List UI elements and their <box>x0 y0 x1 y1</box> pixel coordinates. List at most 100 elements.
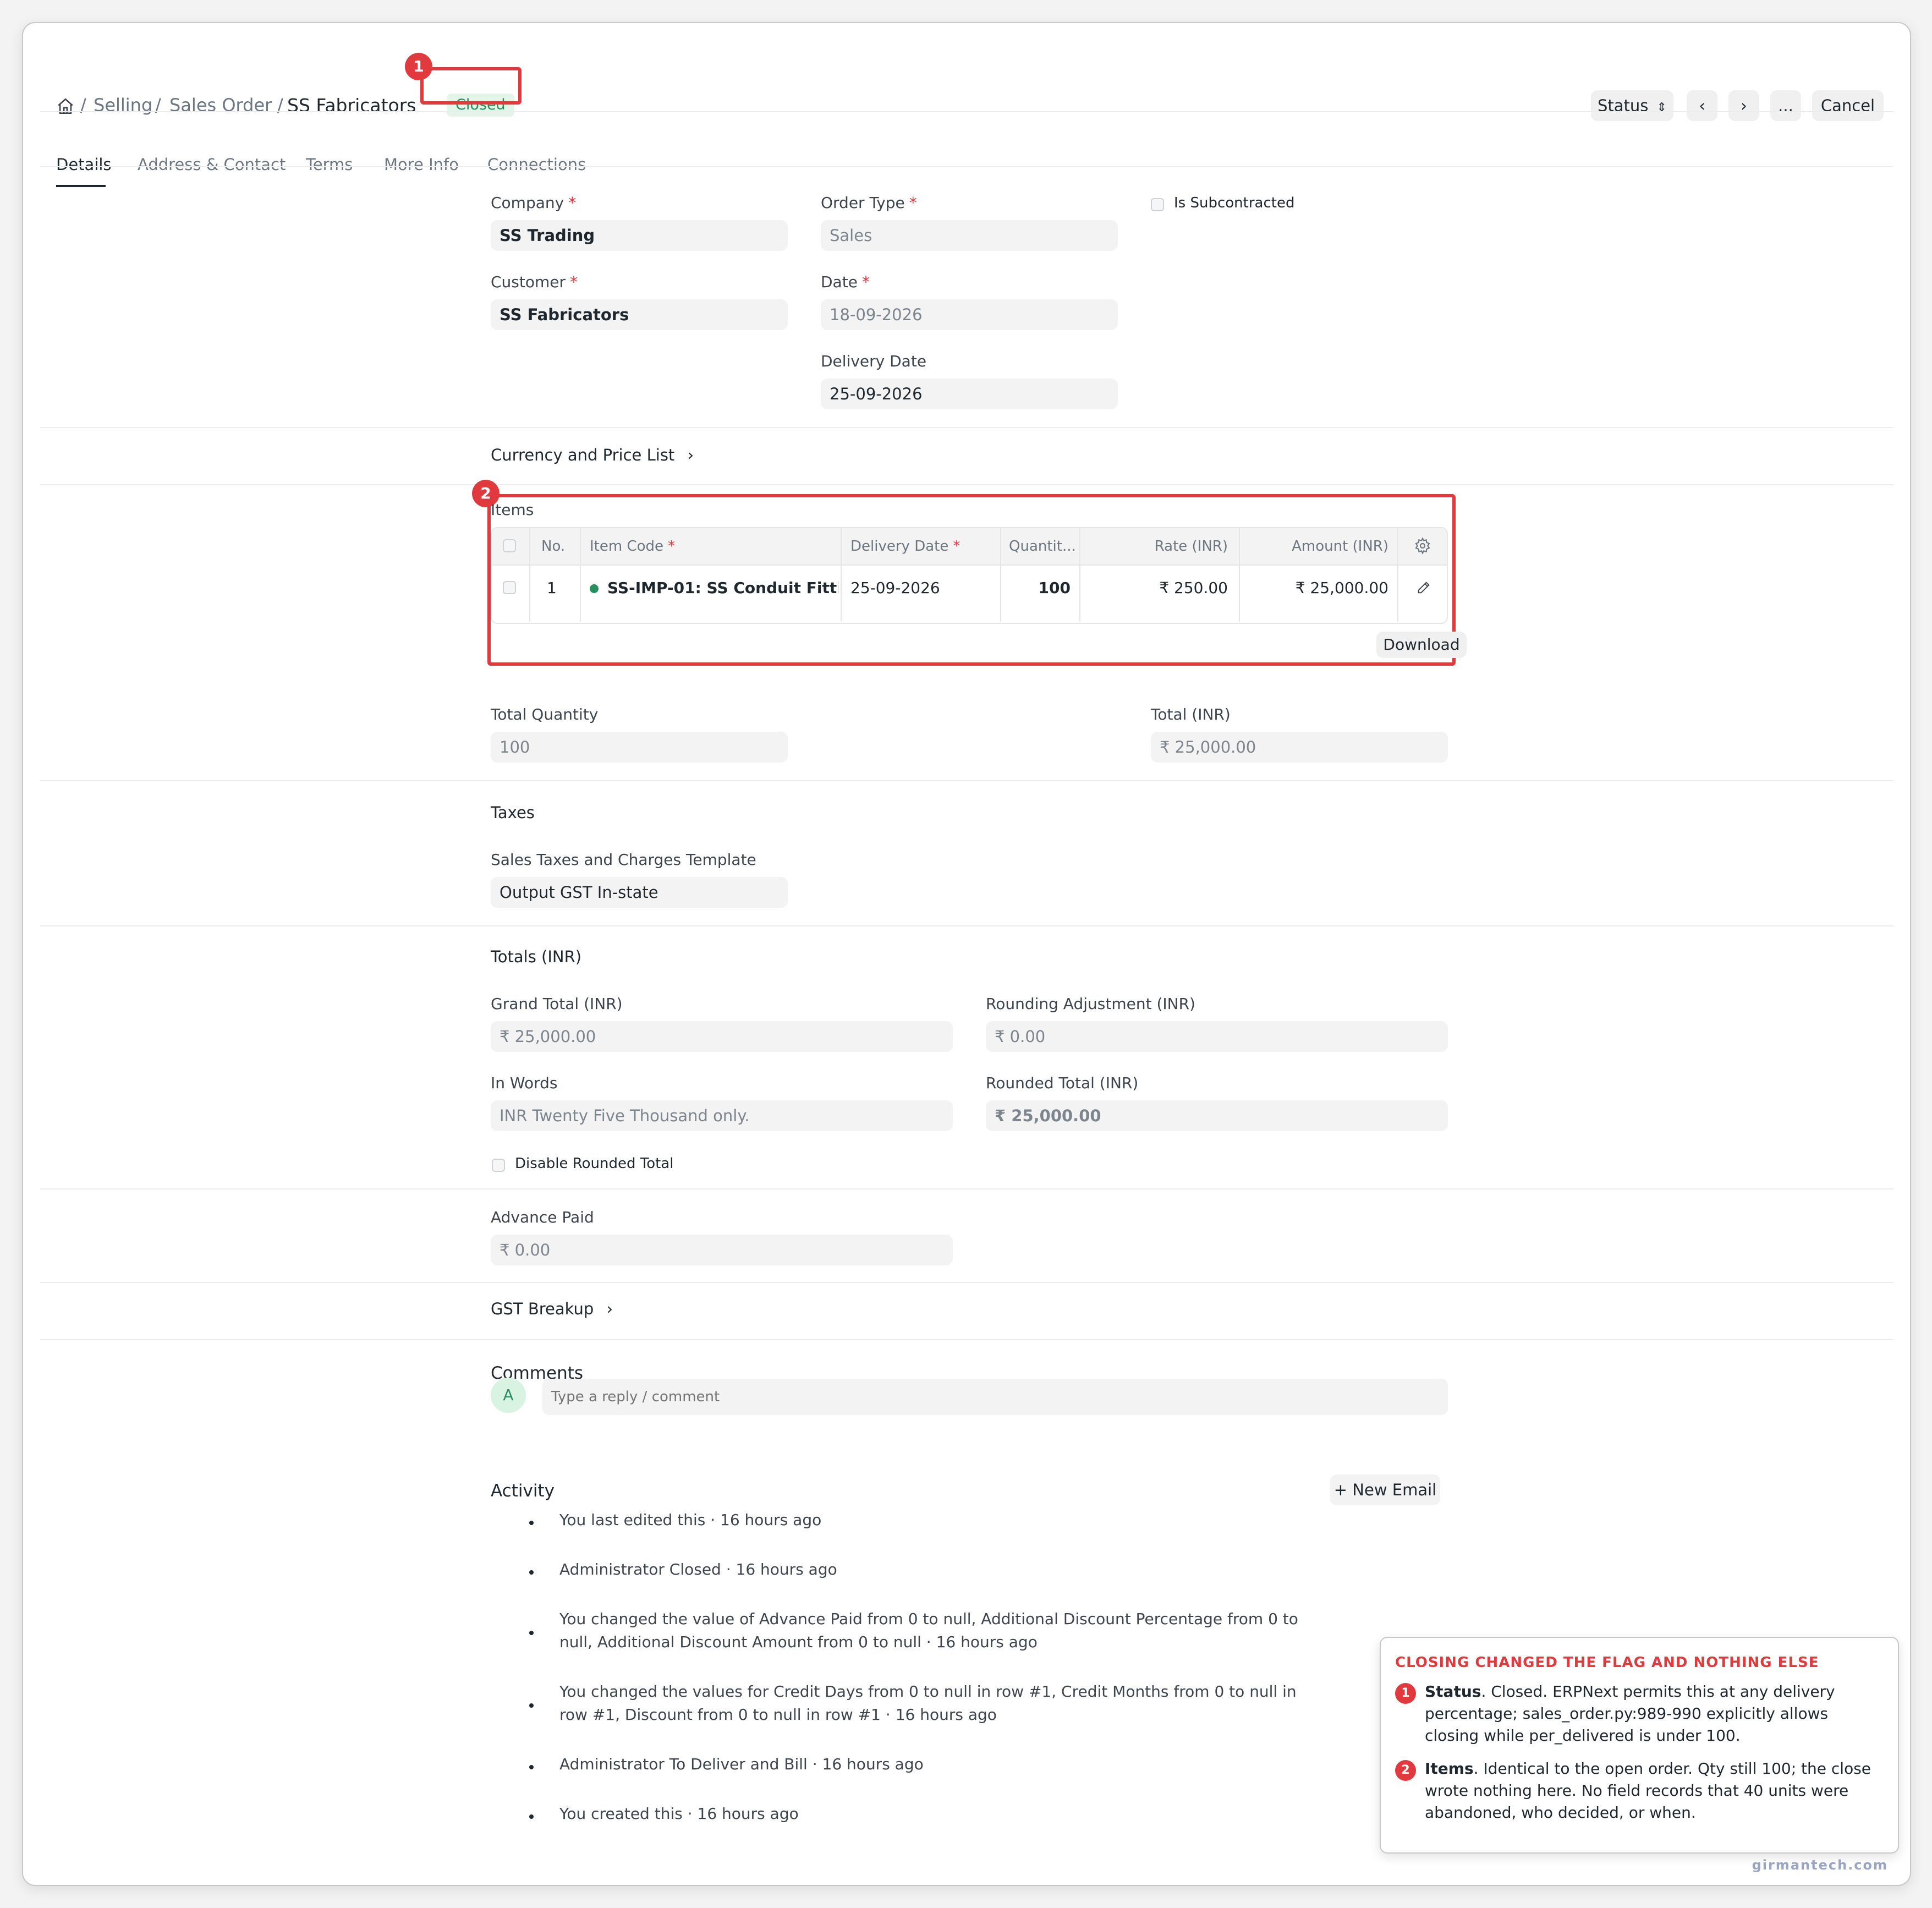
company-field[interactable]: SS Trading <box>491 220 788 251</box>
column-header-rate: Rate (INR) <box>1154 538 1228 555</box>
section-divider <box>40 1282 1893 1283</box>
breadcrumb-selling[interactable]: Selling <box>94 95 152 116</box>
next-button[interactable]: › <box>1728 90 1759 121</box>
date-field[interactable]: 18-09-2026 <box>821 299 1118 330</box>
tab-active-indicator <box>56 185 106 187</box>
gst-breakup-section[interactable]: GST Breakup › <box>491 1300 613 1318</box>
taxes-template-label: Sales Taxes and Charges Template <box>491 851 756 869</box>
disable-rounded-total-checkbox[interactable] <box>492 1159 505 1172</box>
tab-terms[interactable]: Terms <box>306 155 353 174</box>
updown-chevron-icon: ⇕ <box>1656 101 1667 114</box>
total-quantity-label: Total Quantity <box>491 705 599 723</box>
chevron-right-icon: › <box>606 1300 613 1318</box>
is-subcontracted-label: Is Subcontracted <box>1174 195 1295 211</box>
cancel-button[interactable]: Cancel <box>1812 90 1884 121</box>
activity-bullet <box>529 1631 534 1635</box>
currency-price-list-section[interactable]: Currency and Price List › <box>491 446 694 464</box>
download-button[interactable]: Download <box>1376 632 1467 658</box>
section-divider <box>40 484 1893 485</box>
company-label: Company * <box>491 194 577 212</box>
order-type-field[interactable]: Sales <box>821 220 1118 251</box>
totals-section-title: Totals (INR) <box>491 947 582 966</box>
activity-item: You last edited this · 16 hours ago <box>559 1511 822 1529</box>
items-table: No. Item Code * Delivery Date * Quantit...… <box>491 527 1448 624</box>
home-icon[interactable] <box>56 97 75 116</box>
tab-details[interactable]: Details <box>56 155 112 174</box>
row-rate[interactable]: ₹ 250.00 <box>1119 579 1228 597</box>
tab-more-info[interactable]: More Info <box>384 155 459 174</box>
download-label: Download <box>1383 635 1460 654</box>
rounded-total-label: Rounded Total (INR) <box>986 1074 1139 1092</box>
row-quantity[interactable]: 100 <box>1009 579 1071 597</box>
activity-item: You created this · 16 hours ago <box>559 1805 799 1823</box>
status-dropdown-button[interactable]: Status ⇕ <box>1591 90 1673 121</box>
date-label: Date * <box>821 273 870 291</box>
breadcrumb-separator: / <box>80 95 86 116</box>
delivery-date-field[interactable]: 25-09-2026 <box>821 379 1118 409</box>
select-all-checkbox[interactable] <box>503 539 516 552</box>
row-delivery-date[interactable]: 25-09-2026 <box>850 579 940 597</box>
breadcrumb-separator: / <box>155 95 161 116</box>
comment-input[interactable] <box>542 1379 1448 1415</box>
annotation-badge-1: 1 <box>405 53 432 80</box>
advance-paid-label: Advance Paid <box>491 1208 594 1226</box>
annotation-note-badge-1: 1 <box>1395 1683 1416 1704</box>
new-email-button[interactable]: + New Email <box>1330 1474 1440 1505</box>
table-row[interactable]: 1 SS-IMP-01: SS Conduit Fittin 25-09-202… <box>492 564 1447 622</box>
total-field: ₹ 25,000.00 <box>1151 732 1448 763</box>
column-header-amount: Amount (INR) <box>1292 538 1388 555</box>
row-amount[interactable]: ₹ 25,000.00 <box>1251 579 1388 597</box>
column-header-no: No. <box>541 538 566 555</box>
section-divider <box>40 1188 1893 1189</box>
edit-pencil-icon[interactable] <box>1416 580 1431 597</box>
breadcrumb-sales-order[interactable]: Sales Order <box>169 95 272 116</box>
customer-field[interactable]: SS Fabricators <box>491 299 788 330</box>
in-words-field: INR Twenty Five Thousand only. <box>491 1100 953 1131</box>
row-item-code[interactable]: SS-IMP-01: SS Conduit Fittin <box>607 579 838 597</box>
annotation-note-1: Status. Closed. ERPNext permits this at … <box>1425 1682 1835 1745</box>
is-subcontracted-checkbox[interactable] <box>1151 198 1164 211</box>
taxes-template-field[interactable]: Output GST In-state <box>491 877 788 908</box>
activity-bullet <box>529 1521 534 1525</box>
row-no: 1 <box>547 579 557 597</box>
activity-title: Activity <box>491 1481 555 1501</box>
page-title: SS Fabricators <box>287 95 416 116</box>
settings-gear-icon[interactable] <box>1414 537 1431 557</box>
annotation-note-badge-2: 2 <box>1395 1760 1416 1781</box>
chevron-right-icon: › <box>687 446 694 464</box>
activity-bullet <box>529 1814 534 1819</box>
rounded-total-field: ₹ 25,000.00 <box>986 1100 1448 1131</box>
activity-item: You changed the values for Credit Days f… <box>559 1682 1297 1724</box>
grand-total-field: ₹ 25,000.00 <box>491 1021 953 1052</box>
tab-connections[interactable]: Connections <box>487 155 586 174</box>
new-email-label: + New Email <box>1333 1481 1437 1499</box>
app-window: / Selling / Sales Order / SS Fabricators… <box>22 22 1911 1886</box>
total-label: Total (INR) <box>1151 705 1231 723</box>
column-header-item-code: Item Code * <box>590 538 676 555</box>
section-divider <box>40 925 1893 926</box>
more-button[interactable]: ... <box>1770 90 1801 121</box>
activity-item: Administrator To Deliver and Bill · 16 h… <box>559 1755 924 1773</box>
section-divider <box>40 427 1893 428</box>
section-divider <box>40 1339 1893 1340</box>
annotation-panel: CLOSING CHANGED THE FLAG AND NOTHING ELS… <box>1380 1637 1899 1854</box>
column-header-delivery-date: Delivery Date * <box>850 538 960 555</box>
grand-total-label: Grand Total (INR) <box>491 995 623 1013</box>
tab-address-contact[interactable]: Address & Contact <box>138 155 286 174</box>
activity-bullet <box>529 1570 534 1575</box>
row-select-checkbox[interactable] <box>503 581 516 594</box>
avatar: A <box>491 1378 526 1413</box>
customer-label: Customer * <box>491 273 578 291</box>
status-dot-icon <box>590 584 599 593</box>
advance-paid-field: ₹ 0.00 <box>491 1235 953 1265</box>
highlight-box-status <box>420 67 522 105</box>
order-type-label: Order Type * <box>821 194 917 212</box>
taxes-section-title: Taxes <box>491 803 535 822</box>
disable-rounded-total-label: Disable Rounded Total <box>515 1155 674 1172</box>
activity-item: You changed the value of Advance Paid fr… <box>559 1610 1298 1651</box>
annotation-title: CLOSING CHANGED THE FLAG AND NOTHING ELS… <box>1395 1654 1819 1671</box>
previous-button[interactable]: ‹ <box>1687 90 1717 121</box>
activity-bullet <box>529 1703 534 1708</box>
tabs-divider <box>40 166 1893 167</box>
section-divider <box>40 780 1893 781</box>
